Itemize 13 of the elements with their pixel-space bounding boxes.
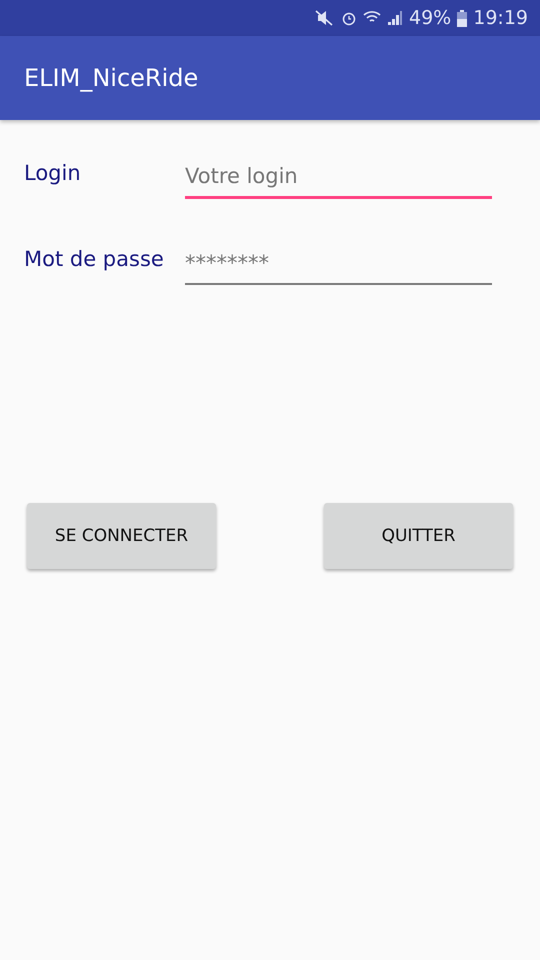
field-label: Mot de passe: [24, 247, 165, 273]
input-field[interactable]: Votre login: [185, 160, 492, 199]
clock: 19:19: [473, 7, 528, 29]
action-button[interactable]: SE CONNECTER: [27, 503, 216, 569]
action-button[interactable]: QUITTER: [324, 503, 513, 569]
input-field[interactable]: ********: [185, 247, 492, 285]
app-title: ELIM_NiceRide: [24, 64, 198, 92]
signal-icon: [387, 10, 403, 26]
field-label: Login: [24, 161, 82, 187]
mute-icon: [313, 10, 335, 26]
alarm-icon: [341, 10, 357, 26]
battery-percent: 49%: [409, 7, 452, 29]
battery-icon: [457, 10, 468, 26]
